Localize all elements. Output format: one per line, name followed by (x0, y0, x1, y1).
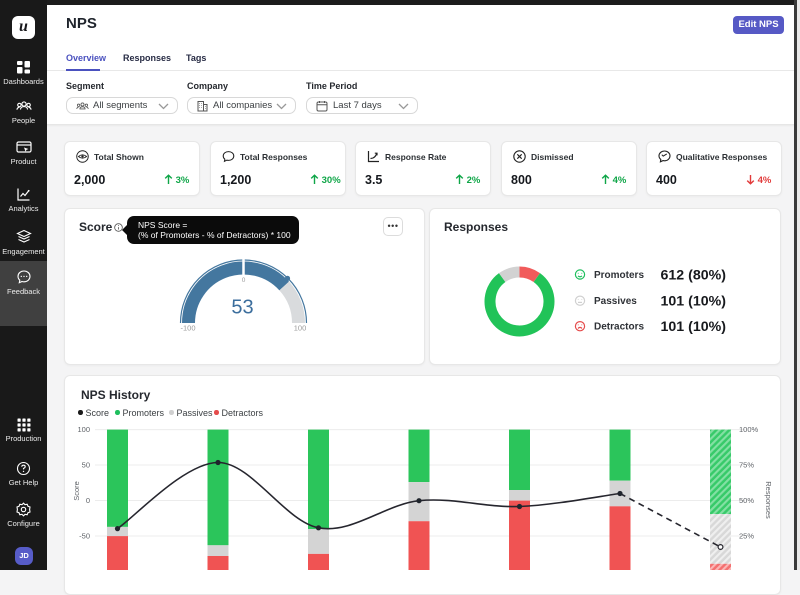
svg-text:0: 0 (86, 496, 90, 505)
svg-text:53: 53 (231, 297, 253, 319)
svg-text:50%: 50% (739, 496, 754, 505)
svg-text:Promoters: Promoters (594, 270, 644, 281)
svg-text:25%: 25% (739, 532, 754, 541)
svg-text:101 (10%): 101 (10%) (661, 319, 727, 335)
svg-text:100: 100 (294, 324, 307, 333)
svg-text:0: 0 (242, 277, 246, 284)
svg-text:-100: -100 (180, 324, 195, 333)
svg-text:100: 100 (77, 425, 90, 434)
svg-text:Score: Score (72, 481, 81, 501)
svg-text:101 (10%): 101 (10%) (661, 294, 727, 310)
svg-text:Detractors: Detractors (594, 322, 644, 333)
svg-text:Responses: Responses (764, 481, 773, 519)
svg-text:50: 50 (82, 461, 90, 470)
svg-text:612 (80%): 612 (80%) (661, 268, 727, 284)
svg-text:-50: -50 (79, 532, 90, 541)
svg-text:Passives: Passives (594, 296, 637, 307)
svg-text:100%: 100% (739, 425, 759, 434)
svg-text:75%: 75% (739, 461, 754, 470)
